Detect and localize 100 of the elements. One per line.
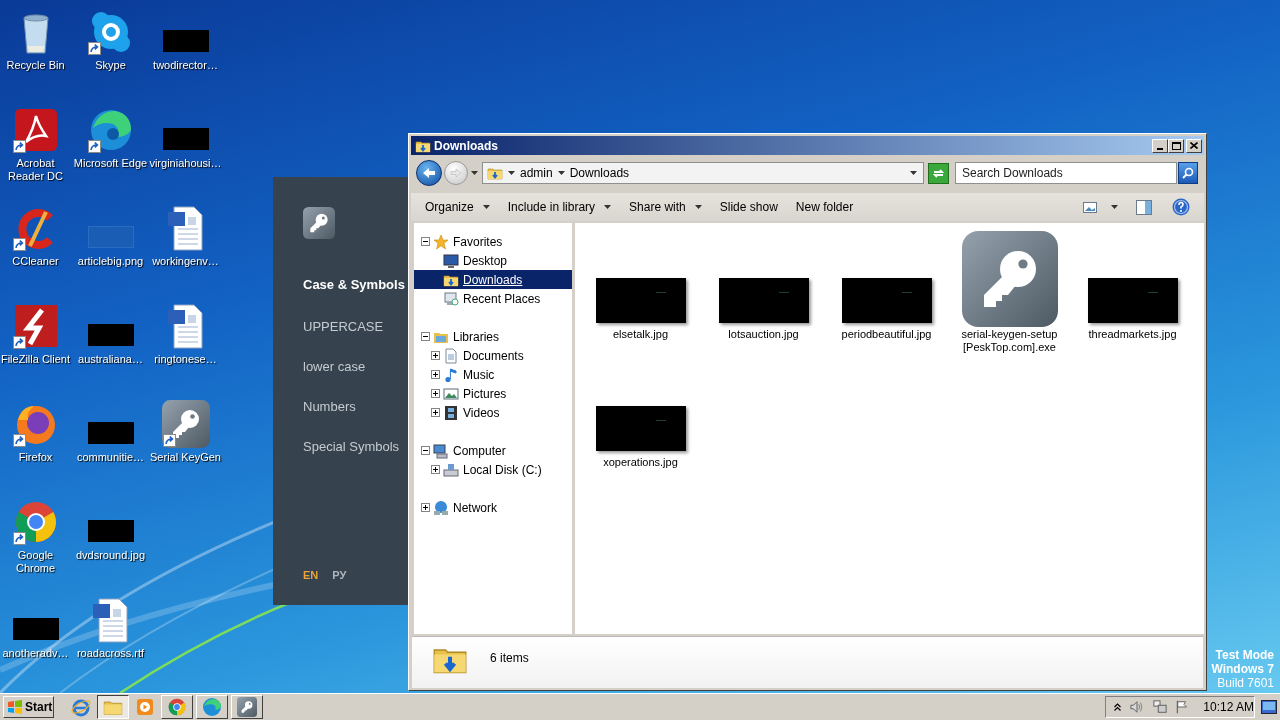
item-count: 6 items xyxy=(490,650,529,667)
tree-item[interactable]: Music xyxy=(414,365,572,384)
views-caret-icon xyxy=(1111,205,1118,209)
chevron-up-icon xyxy=(1114,703,1121,711)
file-name[interactable]: lotsauction.jpg xyxy=(708,328,819,341)
desktop-icon-label[interactable]: Serial KeyGen xyxy=(148,451,223,464)
dropdown-caret-icon xyxy=(694,205,702,209)
history-caret-icon xyxy=(471,171,478,175)
film-strip-icon xyxy=(443,404,459,421)
tree-item[interactable]: Computer xyxy=(414,441,572,460)
desktop-icon-label[interactable]: virginiahousi… xyxy=(148,157,223,170)
desktop-icon-label[interactable]: Acrobat Reader DC xyxy=(0,157,73,183)
star-icon xyxy=(433,233,449,250)
file-name[interactable]: periodbeautiful.jpg xyxy=(831,328,942,341)
computer-icon xyxy=(433,442,449,459)
tree-item[interactable]: Recent Places xyxy=(414,289,572,308)
tree-item[interactable]: Libraries xyxy=(414,327,572,346)
refresh-button[interactable] xyxy=(928,162,949,184)
minimize-button[interactable] xyxy=(1152,138,1168,153)
desktop-icon-label[interactable]: FileZilla Client xyxy=(0,353,73,366)
image-thumbnail-icon xyxy=(595,278,686,323)
panel-menu-item[interactable]: lower case xyxy=(303,359,366,375)
desktop-icon-label[interactable]: communitie… xyxy=(73,451,148,464)
panel-menu-item[interactable]: UPPERCASE xyxy=(303,319,384,335)
tree-item[interactable]: Local Disk (C:) xyxy=(414,460,572,479)
tree-item[interactable]: Favorites xyxy=(414,232,572,251)
tree-item[interactable]: Pictures xyxy=(414,384,572,403)
test-mode-text: Test Mode xyxy=(1215,648,1274,662)
search-icon xyxy=(1182,167,1194,179)
desktop-monitor-icon xyxy=(1261,700,1277,714)
desktop-icon-label[interactable]: articlebig.png xyxy=(73,255,148,268)
window-title: Downloads xyxy=(434,137,498,155)
test-mode-text: Build 7601 xyxy=(1217,676,1274,690)
address-bar[interactable]: admin Downloads xyxy=(482,162,924,184)
desktop-icon-label[interactable]: Microsoft Edge xyxy=(73,157,148,170)
desktop-icon-label[interactable]: anotheradv… xyxy=(0,647,73,660)
tree-item[interactable]: Videos xyxy=(414,403,572,422)
show-desktop-button[interactable] xyxy=(1261,700,1277,714)
help-button[interactable] xyxy=(1172,198,1190,216)
breadcrumb[interactable]: admin xyxy=(520,164,553,182)
maximize-icon xyxy=(1171,141,1181,150)
desktop-icon-label[interactable]: twodirector… xyxy=(148,59,223,72)
tree-item[interactable]: Network xyxy=(414,498,572,517)
toolbar-button[interactable]: Share with xyxy=(620,195,711,219)
toolbar-button[interactable]: New folder xyxy=(786,195,863,219)
close-icon xyxy=(1190,142,1198,149)
desktop-icon-label[interactable]: CCleaner xyxy=(0,255,73,268)
hard-disk-icon xyxy=(443,461,459,478)
dropdown-caret-icon xyxy=(604,205,612,209)
show-hidden-icons-button[interactable] xyxy=(1114,703,1121,711)
desktop-icon-label[interactable]: Google Chrome xyxy=(0,549,73,575)
back-button[interactable] xyxy=(416,160,442,186)
language-option[interactable]: EN xyxy=(303,566,319,583)
panel-menu-item[interactable]: Special Symbols xyxy=(303,439,400,455)
language-option[interactable]: РУ xyxy=(332,566,347,583)
file-name[interactable]: xoperations.jpg xyxy=(585,456,696,469)
clock[interactable]: 10:12 AM xyxy=(1203,698,1254,716)
search-button[interactable] xyxy=(1178,162,1198,184)
search-field[interactable]: Search Downloads xyxy=(955,162,1177,184)
speaker-icon xyxy=(1130,700,1144,714)
desktop-icon-label[interactable]: Skype xyxy=(73,59,148,72)
start-button[interactable]: Start xyxy=(3,696,54,718)
flag-icon xyxy=(1176,699,1189,715)
tree-item[interactable]: Desktop xyxy=(414,251,572,270)
address-dropdown-icon xyxy=(910,171,917,175)
panel-heading: Case & Symbols xyxy=(303,277,406,293)
maximize-button[interactable] xyxy=(1168,138,1184,153)
image-thumbnail-icon xyxy=(12,618,59,640)
browser-logo-icon xyxy=(202,697,222,717)
desktop-icon-label[interactable]: workingenv… xyxy=(148,255,223,268)
desktop-icon-label[interactable]: Recycle Bin xyxy=(0,59,73,72)
file-name[interactable]: threadmarkets.jpg xyxy=(1077,328,1188,341)
key-app-icon xyxy=(961,231,1058,327)
breadcrumb[interactable]: Downloads xyxy=(569,164,630,182)
tree-item[interactable]: Downloads xyxy=(414,270,572,289)
minimize-icon xyxy=(1157,147,1163,150)
document-icon xyxy=(443,347,459,364)
image-thumbnail-icon xyxy=(87,324,134,346)
media-player-icon xyxy=(135,697,155,717)
tree-item[interactable]: Documents xyxy=(414,346,572,365)
preview-pane-button[interactable] xyxy=(1136,199,1152,215)
file-name[interactable]: serial-keygen-setup [PeskTop.com].exe xyxy=(954,328,1065,354)
panel-menu-item[interactable]: Numbers xyxy=(303,399,356,415)
toolbar-button[interactable]: Include in library xyxy=(498,195,621,219)
desktop-icon-label[interactable]: australiana… xyxy=(73,353,148,366)
views-button[interactable] xyxy=(1083,201,1118,213)
windows-flag-icon xyxy=(7,700,23,714)
preview-pane-icon xyxy=(1136,199,1152,215)
close-button[interactable] xyxy=(1186,138,1202,153)
desktop-icon-label[interactable]: Firefox xyxy=(0,451,73,464)
image-thumbnail-icon xyxy=(595,406,686,451)
file-name[interactable]: elsetalk.jpg xyxy=(585,328,696,341)
desktop-icon-label[interactable]: dvdsround.jpg xyxy=(73,549,148,562)
toolbar-button[interactable]: Slide show xyxy=(710,195,787,219)
toolbar-button[interactable]: Organize xyxy=(416,195,499,219)
key-app-icon xyxy=(237,697,257,717)
desktop-icon-label[interactable]: ringtonese… xyxy=(148,353,223,366)
image-thumbnail-icon xyxy=(162,30,209,52)
taskbar-button[interactable] xyxy=(97,695,129,719)
network-icon xyxy=(433,499,449,516)
